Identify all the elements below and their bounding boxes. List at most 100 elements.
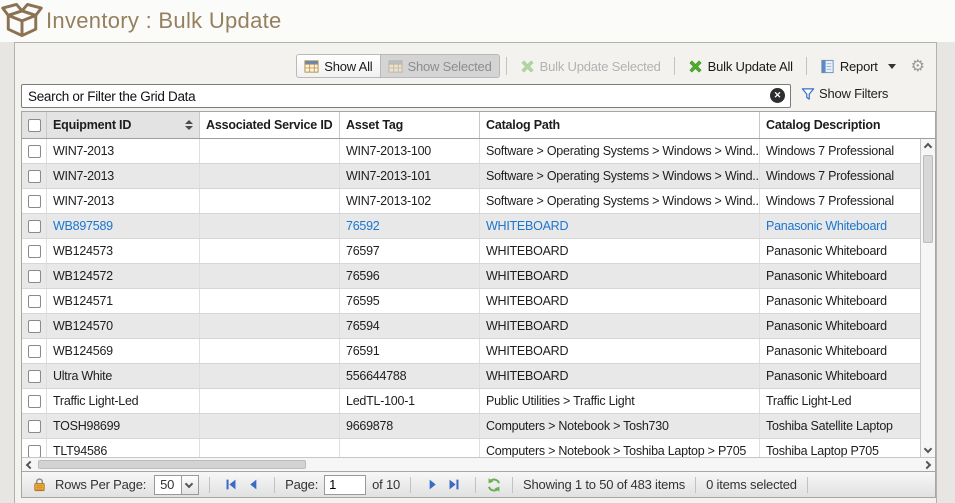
cell-catalog-path: WHITEBOARD [480, 364, 760, 388]
row-checkbox[interactable] [28, 270, 41, 283]
column-header-catalog-description[interactable]: Catalog Description [760, 112, 935, 138]
cell-asset-tag: 76591 [340, 339, 480, 363]
row-checkbox[interactable] [28, 220, 41, 233]
cell-asset-tag [340, 439, 480, 457]
show-selected-label: Show Selected [408, 59, 492, 74]
scroll-left-icon[interactable] [26, 461, 34, 469]
filter-funnel-icon [801, 87, 815, 101]
row-checkbox-cell [22, 239, 47, 263]
cell-equipment-id: WB124573 [47, 239, 200, 263]
row-checkbox[interactable] [28, 195, 41, 208]
table-row[interactable]: TOSH986999669878Computers > Notebook > T… [22, 414, 922, 439]
table-row[interactable]: TLT94586Computers > Notebook > Toshiba L… [22, 439, 922, 457]
row-checkbox[interactable] [28, 170, 41, 183]
first-page-button[interactable] [220, 475, 242, 495]
select-all-header-cell [22, 112, 47, 138]
report-button[interactable]: Report [813, 54, 903, 78]
row-checkbox[interactable] [28, 320, 41, 333]
column-header-catalog-path[interactable]: Catalog Path [480, 112, 760, 138]
horizontal-scroll-thumb[interactable] [38, 460, 306, 469]
show-all-grid-icon [304, 59, 319, 74]
cell-catalog-description: Panasonic Whiteboard [760, 264, 922, 288]
last-page-icon [447, 478, 461, 491]
table-row[interactable]: WB12457176595WHITEBOARDPanasonic Whitebo… [22, 289, 922, 314]
table-row[interactable]: WB89758976592WHITEBOARDPanasonic Whitebo… [22, 214, 922, 239]
bulk-update-selected-icon [520, 59, 535, 74]
row-checkbox[interactable] [28, 370, 41, 383]
cell-catalog-path: WHITEBOARD [480, 314, 760, 338]
toolbar-separator [806, 57, 807, 75]
footer-separator [410, 477, 411, 493]
column-header-associated-service-id[interactable]: Associated Service ID [200, 112, 340, 138]
lock-icon [32, 477, 47, 492]
table-row[interactable]: WB12457276596WHITEBOARDPanasonic Whitebo… [22, 264, 922, 289]
scroll-up-icon[interactable] [924, 143, 932, 151]
data-grid: Equipment ID Associated Service ID Asset… [21, 111, 936, 471]
show-selected-button[interactable]: Show Selected [381, 54, 500, 78]
table-row[interactable]: WB12456976591WHITEBOARDPanasonic Whitebo… [22, 339, 922, 364]
search-input[interactable] [21, 84, 791, 108]
page-total-label: of 10 [372, 477, 400, 492]
rows-per-page-select[interactable]: 50 [154, 475, 199, 495]
scroll-right-icon[interactable] [923, 461, 931, 469]
cell-asset-tag: 76596 [340, 264, 480, 288]
vertical-scrollbar[interactable] [920, 139, 935, 457]
cell-catalog-path: Public Utilities > Traffic Light [480, 389, 760, 413]
table-row[interactable]: WIN7-2013WIN7-2013-101Software > Operati… [22, 164, 922, 189]
last-page-button[interactable] [443, 475, 465, 495]
show-all-label: Show All [324, 59, 372, 74]
row-checkbox[interactable] [28, 395, 41, 408]
column-header-asset-tag[interactable]: Asset Tag [340, 112, 480, 138]
cell-equipment-id: WB897589 [47, 214, 200, 238]
table-row[interactable]: WB12457076594WHITEBOARDPanasonic Whitebo… [22, 314, 922, 339]
row-checkbox[interactable] [28, 420, 41, 433]
cell-associated-service-id [200, 389, 340, 413]
row-checkbox[interactable] [28, 245, 41, 258]
horizontal-scrollbar[interactable] [22, 457, 935, 471]
footer-separator [695, 477, 696, 493]
cell-asset-tag: 76595 [340, 289, 480, 313]
row-checkbox-cell [22, 414, 47, 438]
column-header-equipment-id[interactable]: Equipment ID [47, 112, 200, 138]
select-all-checkbox[interactable] [28, 119, 41, 132]
scroll-down-icon[interactable] [924, 445, 932, 453]
row-checkbox-cell [22, 364, 47, 388]
show-all-button[interactable]: Show All [296, 54, 380, 78]
row-checkbox[interactable] [28, 145, 41, 158]
first-page-icon [224, 478, 238, 491]
previous-page-button[interactable] [242, 475, 264, 495]
column-header-label: Catalog Description [766, 118, 880, 132]
table-row[interactable]: Ultra White556644788WHITEBOARDPanasonic … [22, 364, 922, 389]
report-icon [820, 59, 835, 74]
row-checkbox[interactable] [28, 345, 41, 358]
column-header-label: Associated Service ID [206, 118, 332, 132]
cell-catalog-description: Panasonic Whiteboard [760, 339, 922, 363]
cell-associated-service-id [200, 189, 340, 213]
refresh-button[interactable] [486, 477, 502, 493]
cell-catalog-path: WHITEBOARD [480, 339, 760, 363]
table-row[interactable]: WIN7-2013WIN7-2013-100Software > Operati… [22, 139, 922, 164]
bulk-update-all-icon [688, 59, 703, 74]
show-filters-toggle[interactable]: Show Filters [801, 86, 888, 101]
page-number-input[interactable] [324, 475, 366, 495]
table-row[interactable]: Traffic Light-LedLedTL-100-1Public Utili… [22, 389, 922, 414]
footer-separator [475, 477, 476, 493]
toolbar-separator [506, 57, 507, 75]
row-checkbox[interactable] [28, 445, 41, 458]
cell-equipment-id: Traffic Light-Led [47, 389, 200, 413]
row-checkbox-cell [22, 264, 47, 288]
vertical-scroll-thumb[interactable] [923, 155, 933, 243]
clear-search-icon[interactable]: ✕ [770, 88, 785, 103]
table-row[interactable]: WIN7-2013WIN7-2013-102Software > Operati… [22, 189, 922, 214]
cell-catalog-description: Traffic Light-Led [760, 389, 922, 413]
cell-equipment-id: WB124571 [47, 289, 200, 313]
bulk-update-all-button[interactable]: Bulk Update All [681, 54, 800, 78]
row-checkbox[interactable] [28, 295, 41, 308]
settings-gear-icon[interactable]: ⚙ [911, 58, 925, 74]
next-page-button[interactable] [421, 475, 443, 495]
table-row[interactable]: WB12457376597WHITEBOARDPanasonic Whitebo… [22, 239, 922, 264]
bulk-update-selected-button[interactable]: Bulk Update Selected [513, 54, 668, 78]
show-filters-label: Show Filters [819, 86, 888, 101]
cell-catalog-description: Toshiba Satellite Laptop [760, 414, 922, 438]
row-checkbox-cell [22, 164, 47, 188]
